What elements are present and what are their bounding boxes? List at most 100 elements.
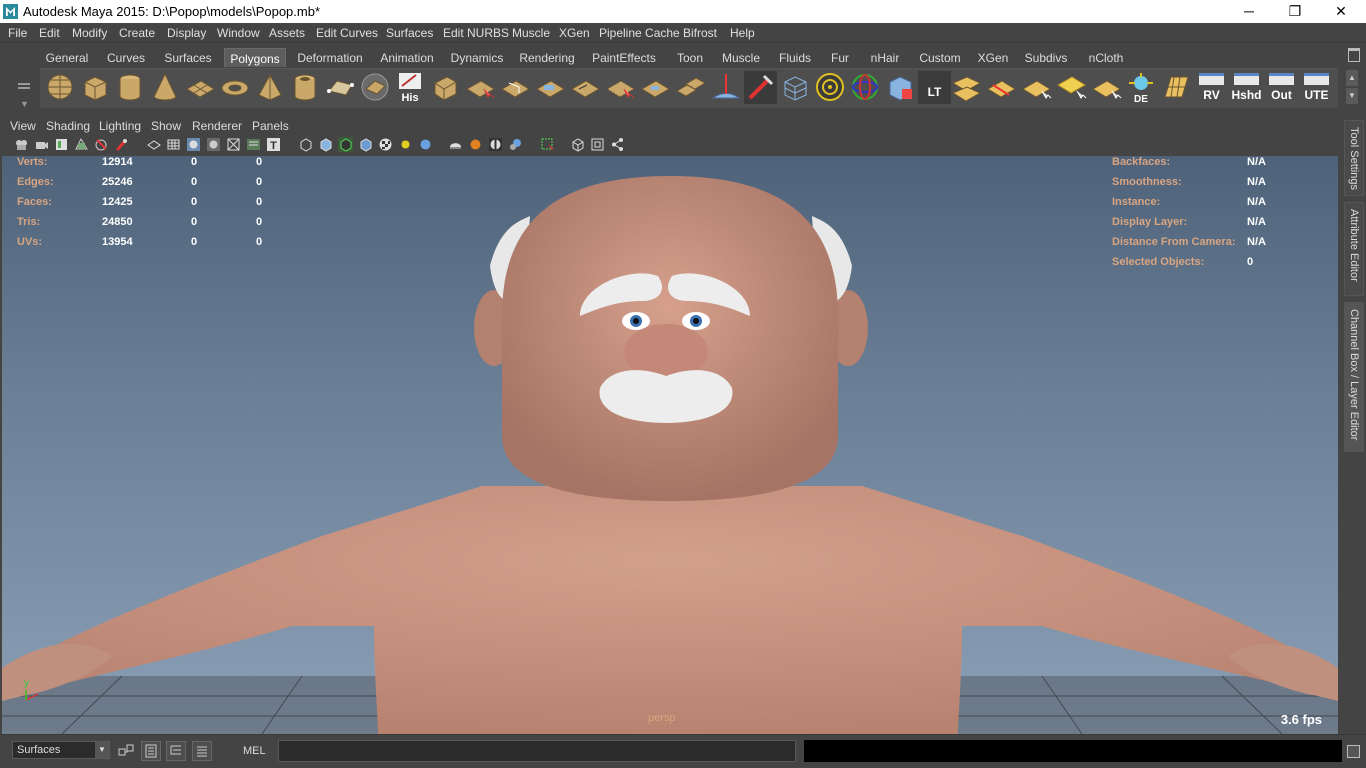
tab-animation[interactable]: Animation [376,48,438,67]
flat-shade-icon[interactable] [186,137,201,152]
menu-pipeline-cache[interactable]: Pipeline Cache [599,26,680,40]
tab-surfaces[interactable]: Surfaces [160,48,216,67]
select-camera-icon[interactable] [14,137,29,152]
hshd-shelf-button[interactable]: Hshd [1230,71,1263,104]
uv-cut-icon[interactable] [985,71,1018,104]
shelf-scroll-up-icon[interactable]: ▲ [1346,70,1358,86]
menu-file[interactable]: File [8,26,27,40]
poly-bridge-icon[interactable] [534,71,567,104]
poly-plane-icon[interactable] [184,71,217,104]
x-ray-icon[interactable] [358,137,373,152]
shelf-scroll-down-icon[interactable]: ▼ [1346,88,1358,104]
tab-curves[interactable]: Curves [100,48,152,67]
script-editor-button-icon[interactable] [1347,745,1360,758]
blend-shape-icon[interactable] [884,71,917,104]
rotate-manipulator-icon[interactable] [849,71,882,104]
film-gate-icon[interactable] [114,137,129,152]
menu-xgen[interactable]: XGen [559,26,590,40]
tab-polygons[interactable]: Polygons [224,48,286,67]
isolate-select-icon[interactable] [338,137,353,152]
panel-menu-lighting[interactable]: Lighting [99,119,141,133]
tab-nhair[interactable]: nHair [866,48,904,67]
menu-display[interactable]: Display [167,26,206,40]
poly-torus-icon[interactable] [219,71,252,104]
shaded-cube-icon[interactable] [318,137,333,152]
sculpt-tool-icon[interactable] [709,71,742,104]
ute-shelf-button[interactable]: UTE [1300,71,1333,104]
append-polygon-icon[interactable] [359,71,392,104]
tab-channel-box[interactable]: Channel Box / Layer Editor [1344,302,1364,452]
menu-edit-curves[interactable]: Edit Curves [316,26,378,40]
pivot-target-icon[interactable] [814,71,847,104]
select-highlight-icon[interactable] [540,137,555,152]
menu-modify[interactable]: Modify [72,26,107,40]
uv-unfold-icon[interactable] [1090,71,1123,104]
mel-command-input[interactable] [278,740,796,762]
uv-layout-icon[interactable] [950,71,983,104]
tab-tool-settings[interactable]: Tool Settings [1344,120,1364,196]
shadows-icon[interactable] [418,137,433,152]
menu-assets[interactable]: Assets [269,26,305,40]
poly-cube-icon[interactable] [79,71,112,104]
poly-bevel-icon[interactable] [499,71,532,104]
light-bulb-icon[interactable]: DE [1125,71,1158,105]
tab-toon[interactable]: Toon [672,48,708,67]
bounding-box-icon[interactable] [206,137,221,152]
poly-pipe-icon[interactable] [289,71,322,104]
depth-of-field-icon[interactable] [508,137,523,152]
menu-bifrost[interactable]: Bifrost [683,26,717,40]
tab-rendering[interactable]: Rendering [516,48,578,67]
image-plane-icon[interactable] [74,137,89,152]
history-icon[interactable]: His [394,71,427,104]
poly-pyramid-icon[interactable] [254,71,287,104]
poly-merge-icon[interactable] [639,71,672,104]
textured-icon[interactable] [246,137,261,152]
tab-ncloth[interactable]: nCloth [1080,48,1132,67]
mel-label[interactable]: MEL [243,745,266,757]
out-shelf-button[interactable]: Out [1265,71,1298,104]
uv-move-icon[interactable] [1055,71,1088,104]
menu-surfaces[interactable]: Surfaces [386,26,433,40]
menu-muscle[interactable]: Muscle [512,26,550,40]
tab-fluids[interactable]: Fluids [774,48,816,67]
outliner-icon[interactable] [166,741,186,761]
shelf-menu-handle[interactable]: ▼ [8,47,38,111]
tab-general[interactable]: General [40,48,94,67]
camera-attributes-icon[interactable] [34,137,49,152]
lt-shelf-button[interactable]: LT [918,71,951,104]
poly-cylinder-icon[interactable] [114,71,147,104]
motion-blur-icon[interactable] [468,137,483,152]
uv-sew-icon[interactable] [1020,71,1053,104]
gate-mask-icon[interactable] [590,137,605,152]
tab-dynamics[interactable]: Dynamics [448,48,506,67]
tab-attribute-editor[interactable]: Attribute Editor [1344,202,1364,296]
panel-menu-show[interactable]: Show [151,119,181,133]
tab-subdivs[interactable]: Subdivs [1022,48,1070,67]
poly-append-icon[interactable] [569,71,602,104]
create-polygon-tool-icon[interactable] [324,71,357,104]
wireframe-on-shaded-icon[interactable] [226,137,241,152]
close-button[interactable]: ✕ [1318,0,1364,23]
wireframe-icon[interactable] [146,137,161,152]
poly-smooth-icon[interactable] [604,71,637,104]
menu-window[interactable]: Window [217,26,260,40]
menu-set-selector[interactable]: Surfaces ▼ [12,741,110,759]
channel-list-icon[interactable] [192,741,212,761]
tab-xgen[interactable]: XGen [974,48,1012,67]
use-all-lights-icon[interactable] [398,137,413,152]
poly-sphere-icon[interactable] [44,71,77,104]
text-display-icon[interactable]: T [266,137,281,152]
smooth-shade-icon[interactable] [166,137,181,152]
minimize-button[interactable]: ─ [1226,0,1272,23]
shelf-scroll[interactable]: ▲ ▼ [1346,70,1358,106]
panel-menu-renderer[interactable]: Renderer [192,119,242,133]
tab-muscle[interactable]: Muscle [718,48,764,67]
menu-create[interactable]: Create [119,26,155,40]
trash-icon[interactable] [1348,48,1360,62]
anti-aliasing-icon[interactable] [488,137,503,152]
poly-split-icon[interactable] [464,71,497,104]
restore-button[interactable]: ❐ [1272,0,1318,23]
resolution-gate-icon[interactable] [570,137,585,152]
wireframe-cube-icon[interactable] [779,71,812,104]
poly-extrude-icon[interactable] [429,71,462,104]
